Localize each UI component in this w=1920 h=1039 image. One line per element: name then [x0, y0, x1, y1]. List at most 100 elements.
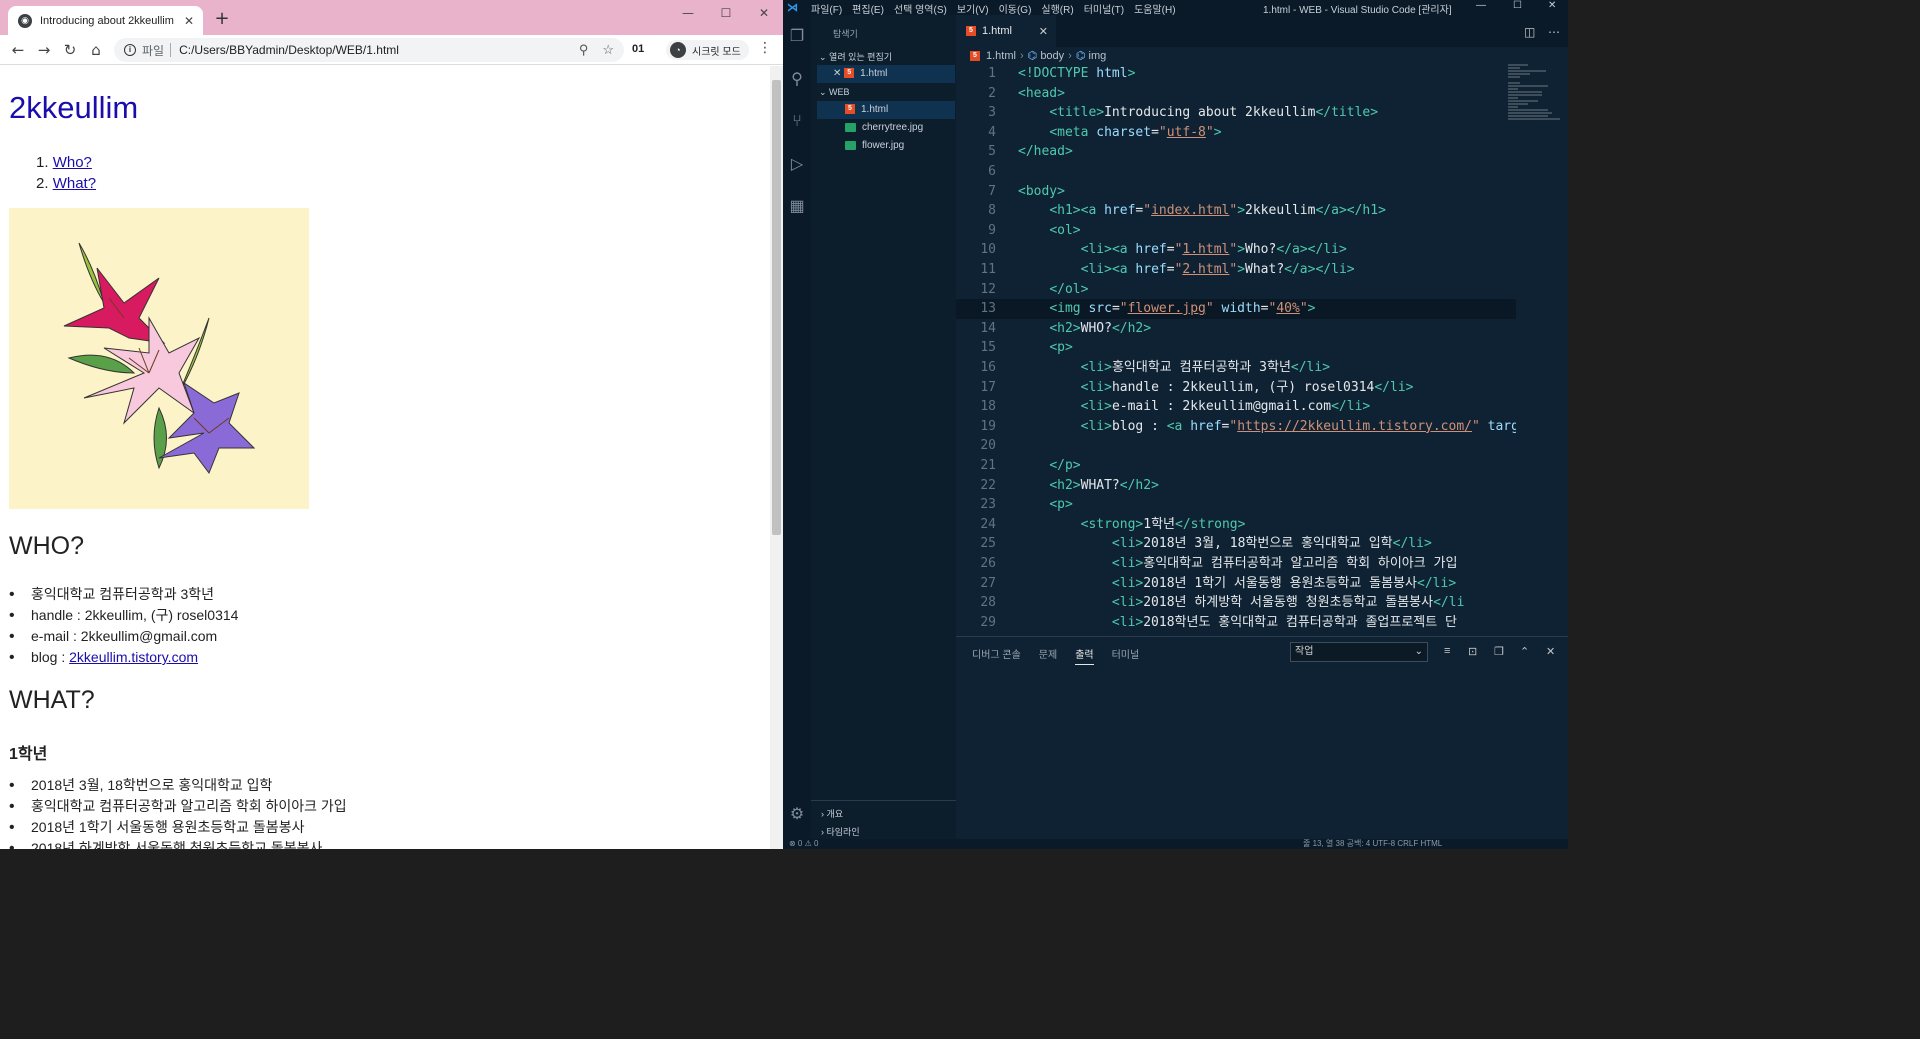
code-line[interactable]: 14 <h2>WHO?</h2>	[956, 319, 1516, 339]
maximize-icon[interactable]: ☐	[711, 4, 741, 22]
close-tab-icon[interactable]: ✕	[181, 14, 197, 28]
code-line[interactable]: 25 <li>2018년 3월, 18학번으로 홍익대학교 입학</li>	[956, 534, 1516, 554]
source-control-icon[interactable]: ⑂	[787, 112, 807, 132]
close-tab-icon[interactable]: ✕	[1039, 25, 1048, 38]
code-line[interactable]: 10 <li><a href="1.html">Who?</a></li>	[956, 240, 1516, 260]
address-bar[interactable]: i 파일 C:/Users/BBYadmin/Desktop/WEB/1.htm…	[114, 38, 624, 62]
split-editor-icon[interactable]: ◫	[1524, 25, 1535, 39]
menu-edit[interactable]: 편집(E)	[852, 1, 884, 16]
code-line[interactable]: 18 <li>e-mail : 2kkeullim@gmail.com</li>	[956, 397, 1516, 417]
output-channel-select[interactable]: 작업 ⌄	[1290, 642, 1428, 662]
menu-selection[interactable]: 선택 영역(S)	[894, 1, 947, 16]
code-line[interactable]: 23 <p>	[956, 495, 1516, 515]
code-line[interactable]: 5 </head>	[956, 142, 1516, 162]
scrollbar-thumb[interactable]	[772, 80, 781, 535]
file-item[interactable]: flower.jpg	[817, 137, 955, 155]
code-line[interactable]: 4 <meta charset="utf-8">	[956, 123, 1516, 143]
who-link[interactable]: Who?	[53, 154, 92, 171]
code-line[interactable]: 11 <li><a href="2.html">What?</a></li>	[956, 260, 1516, 280]
new-tab-button[interactable]: +	[212, 9, 232, 29]
breadcrumb-item[interactable]: 1.html	[986, 50, 1016, 62]
tab-debug-console[interactable]: 디버그 콘솔	[972, 646, 1021, 665]
code-line[interactable]: 12 </ol>	[956, 280, 1516, 300]
search-icon[interactable]: ⚲	[787, 70, 807, 90]
close-window-icon[interactable]: ✕	[1548, 0, 1556, 11]
editor-status[interactable]: 줄 13, 열 38 공백: 4 UTF-8 CRLF HTML	[1303, 839, 1442, 849]
code-line[interactable]: 8 <h1><a href="index.html">2kkeullim</a>…	[956, 201, 1516, 221]
code-editor[interactable]: 1 <!DOCTYPE html> 2 <head> 3 <title>Introduc…	[956, 63, 1516, 635]
menu-file[interactable]: 파일(F)	[811, 1, 842, 16]
url-text[interactable]: C:/Users/BBYadmin/Desktop/WEB/1.html	[179, 43, 565, 57]
run-debug-icon[interactable]: ▷	[787, 155, 807, 175]
code-line[interactable]: 20	[956, 436, 1516, 456]
explorer-icon[interactable]: ❐	[787, 27, 807, 47]
info-icon[interactable]: i	[124, 44, 136, 56]
home-link[interactable]: 2kkeullim	[9, 90, 138, 125]
blog-link[interactable]: 2kkeullim.tistory.com	[69, 649, 198, 665]
tab-terminal[interactable]: 터미널	[1112, 646, 1140, 665]
more-menu-icon[interactable]: ⋮	[757, 40, 773, 56]
breadcrumb-item[interactable]: img	[1089, 50, 1107, 62]
chevron-up-icon[interactable]: ⌃	[1520, 645, 1529, 658]
code-line[interactable]: 19 <li>blog : <a href="https://2kkeullim…	[956, 417, 1516, 437]
minimize-icon[interactable]: —	[1476, 0, 1486, 11]
file-item[interactable]: cherrytree.jpg	[817, 119, 955, 137]
gear-icon[interactable]: ⚙	[787, 805, 807, 825]
browser-tab[interactable]: ◉ Introducing about 2kkeullim ✕	[8, 6, 203, 35]
code-line[interactable]: 13 <img src="flower.jpg" width="40%">	[956, 299, 1516, 319]
menu-terminal[interactable]: 터미널(T)	[1084, 1, 1124, 16]
zoom-icon[interactable]: ⚲	[579, 42, 589, 58]
clear-output-icon[interactable]: ≡	[1444, 645, 1450, 657]
code-line[interactable]: 24 <strong>1학년</strong>	[956, 515, 1516, 535]
code-line[interactable]: 9 <ol>	[956, 221, 1516, 241]
menu-view[interactable]: 보기(V)	[957, 1, 989, 16]
what-link[interactable]: What?	[53, 175, 96, 192]
breadcrumb-item[interactable]: body	[1040, 50, 1064, 62]
forward-arrow-icon[interactable]: →	[34, 40, 54, 60]
page-scrollbar[interactable]	[770, 66, 783, 849]
open-editor-item[interactable]: ✕ 5 1.html	[817, 65, 955, 83]
code-line[interactable]: 17 <li>handle : 2kkeullim, (구) rosel0314…	[956, 378, 1516, 398]
incognito-button[interactable]: ◔ 시크릿 모드	[666, 40, 749, 60]
minimap[interactable]	[1508, 63, 1563, 163]
close-panel-icon[interactable]: ✕	[1546, 645, 1555, 658]
code-line[interactable]: 26 <li>홍익대학교 컴퓨터공학과 알고리즘 학회 하이아크 가입	[956, 554, 1516, 574]
star-icon[interactable]: ☆	[602, 42, 614, 58]
reload-icon[interactable]: ↻	[60, 40, 80, 60]
code-line[interactable]: 15 <p>	[956, 338, 1516, 358]
copy-icon[interactable]: ❐	[1494, 645, 1504, 658]
close-window-icon[interactable]: ✕	[749, 4, 779, 22]
code-line[interactable]: 6	[956, 162, 1516, 182]
extensions-icon[interactable]: ▦	[787, 197, 807, 217]
code-line[interactable]: 3 <title>Introducing about 2kkeullim</ti…	[956, 103, 1516, 123]
code-line[interactable]: 16 <li>홍익대학교 컴퓨터공학과 3학년</li>	[956, 358, 1516, 378]
menu-go[interactable]: 이동(G)	[999, 1, 1032, 16]
open-editors-section[interactable]: ⌄ 열려 있는 편집기	[819, 50, 892, 63]
extension-badge[interactable]: 01	[632, 43, 644, 55]
minimize-icon[interactable]: —	[673, 4, 703, 22]
code-line[interactable]: 29 <li>2018학년도 홍익대학교 컴퓨터공학과 졸업프로젝트 단	[956, 613, 1516, 633]
file-item[interactable]: 5 1.html	[817, 101, 955, 119]
editor-tab[interactable]: 5 1.html ✕	[956, 15, 1056, 47]
problems-status[interactable]: ⊗ 0 ⚠ 0	[789, 839, 818, 849]
outline-section[interactable]: › 개요	[821, 807, 843, 820]
code-line[interactable]: 7 <body>	[956, 182, 1516, 202]
code-line[interactable]: 2 <head>	[956, 84, 1516, 104]
home-icon[interactable]: ⌂	[86, 40, 106, 60]
code-line[interactable]: 1 <!DOCTYPE html>	[956, 64, 1516, 84]
lock-icon[interactable]: ⊡	[1468, 645, 1477, 658]
code-line[interactable]: 28 <li>2018년 하계방학 서울동행 청원초등학교 돌봄봉사</li	[956, 593, 1516, 613]
more-actions-icon[interactable]: ⋯	[1548, 25, 1560, 39]
menu-run[interactable]: 실행(R)	[1041, 1, 1073, 16]
code-line[interactable]: 21 </p>	[956, 456, 1516, 476]
tab-problems[interactable]: 문제	[1039, 646, 1057, 665]
menu-help[interactable]: 도움말(H)	[1134, 1, 1175, 16]
tab-output[interactable]: 출력	[1075, 646, 1094, 665]
timeline-section[interactable]: › 타임라인	[821, 825, 860, 838]
code-line[interactable]: 27 <li>2018년 1학기 서울동행 용원초등학교 돌봄봉사</li>	[956, 574, 1516, 594]
workspace-section[interactable]: ⌄ WEB	[819, 87, 850, 98]
maximize-icon[interactable]: ☐	[1513, 0, 1522, 11]
code-line[interactable]: 22 <h2>WHAT?</h2>	[956, 476, 1516, 496]
back-arrow-icon[interactable]: ←	[8, 40, 28, 60]
close-icon[interactable]: ✕	[833, 68, 841, 79]
